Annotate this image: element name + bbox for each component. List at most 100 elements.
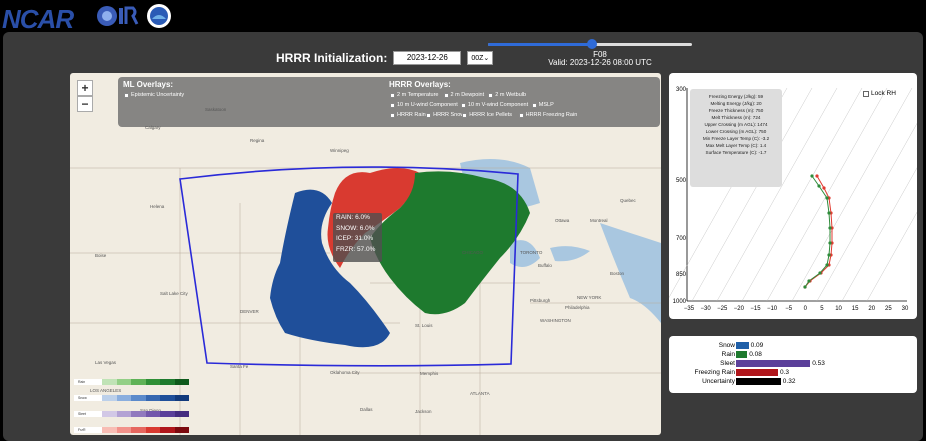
- lock-rh-checkbox[interactable]: Lock RH: [863, 90, 896, 97]
- checkbox-10-m-v-wind-component[interactable]: 10 m V-wind Component: [460, 102, 529, 108]
- checkbox-box[interactable]: [124, 92, 129, 98]
- prob-value: 0.32: [782, 378, 796, 385]
- checkbox-hrrr-snow[interactable]: HRRR Snow: [426, 112, 464, 118]
- city-label: Dallas: [360, 407, 373, 412]
- zoom-out-button[interactable]: −: [77, 96, 93, 112]
- checkbox-box[interactable]: [462, 112, 468, 118]
- checkbox-2-m-dewpoint[interactable]: 2 m Dewpoint: [443, 92, 485, 98]
- checkbox-10-m-u-wind-component[interactable]: 10 m U-wind Component: [390, 102, 458, 108]
- slider-fill: [488, 43, 593, 46]
- legend-label: Sleet: [78, 412, 86, 416]
- forecast-hour-slider[interactable]: [488, 39, 692, 49]
- isotherm-line: [866, 211, 917, 302]
- checkbox-label: HRRR Ice Pellets: [469, 112, 512, 118]
- ncar-logo: NCAR: [2, 4, 74, 34]
- y-tick-label: 500: [676, 178, 687, 184]
- city-label: TORONTO: [520, 250, 543, 255]
- legend-label: Rain: [78, 380, 86, 384]
- init-date-input[interactable]: 2023-12-26: [393, 51, 462, 65]
- prob-label: Snow: [718, 342, 735, 349]
- legend-swatch: [145, 411, 160, 417]
- checkbox-box[interactable]: [390, 102, 395, 108]
- diagnostic-line: Surface Temperature (C): -1.7: [705, 150, 767, 155]
- probability-bars-panel: Snow 0.09 Rain 0.08 Sleet 0.53 Freezing Rain 0.…: [669, 336, 917, 393]
- init-label: HRRR Initialization:: [276, 51, 388, 65]
- map-view[interactable]: + − ML Overlays: Epistemic Uncertainty H…: [70, 73, 661, 435]
- dewpoint-point: [807, 279, 811, 283]
- city-label: Santa Fe: [230, 364, 249, 369]
- checkbox-box[interactable]: [443, 92, 449, 98]
- checkbox-hrrr-rain[interactable]: HRRR Rain: [390, 112, 426, 118]
- header-bar: NCAR: [0, 0, 926, 34]
- checkbox-label: 2 m Dewpoint: [450, 92, 485, 98]
- x-tick-label: −20: [734, 306, 745, 312]
- diagnostic-line: Upper Crossing (m AGL): 1474: [704, 122, 768, 127]
- slider-thumb[interactable]: [587, 39, 598, 49]
- prob-bar: [736, 360, 811, 367]
- y-tick-label: 850: [676, 272, 687, 278]
- diagnostic-line: Freeze Thickness (m): 750: [708, 108, 764, 113]
- prob-label: Freezing Rain: [694, 369, 735, 376]
- checkbox-label: HRRR Snow: [433, 112, 465, 118]
- checkbox-box[interactable]: [426, 112, 432, 118]
- city-label: Saskatoon: [205, 107, 227, 112]
- checkbox-label: 2 m Wetbulb: [495, 92, 527, 98]
- legend-swatch: [116, 427, 131, 433]
- prob-row-freezing-rain: Freezing Rain 0.3: [669, 369, 917, 377]
- checkbox-box[interactable]: [390, 112, 395, 118]
- legend-label: Snow: [78, 396, 87, 400]
- diagnostic-line: Lower Crossing (m AGL): 750: [705, 129, 767, 134]
- checkbox-hrrr-ice-pellets[interactable]: HRRR Ice Pellets: [462, 112, 512, 118]
- checkbox-label: 10 m U-wind Component: [397, 102, 458, 108]
- legend-swatch: [160, 395, 175, 401]
- isotherm-line: [841, 167, 917, 302]
- ml-overlays-title: ML Overlays:: [123, 80, 174, 89]
- city-label: Calgary: [145, 125, 161, 130]
- legend-label: FrzR: [78, 428, 86, 432]
- diagnostic-line: Melt Thickness (m): 724: [711, 115, 761, 120]
- checkbox-box[interactable]: [390, 92, 395, 98]
- prob-bar: [736, 378, 781, 385]
- cycle-select[interactable]: 00Z ⌄: [467, 51, 494, 65]
- checkbox-box[interactable]: [460, 102, 466, 108]
- checkbox-epistemic-uncertainty[interactable]: Epistemic Uncertainty: [124, 92, 184, 98]
- cycle-value: 00Z: [471, 54, 484, 62]
- legend-swatch: [174, 395, 189, 401]
- legend-swatch: [160, 379, 175, 385]
- prob-row-uncertainty: Uncertainty 0.32: [669, 378, 917, 386]
- legend-swatch: [102, 427, 117, 433]
- y-tick-label: 300: [676, 87, 687, 93]
- legend-swatch: [131, 379, 146, 385]
- tooltip-snow: SNOW: 6.0%: [336, 224, 375, 232]
- city-label: Winnipeg: [330, 148, 349, 153]
- legend-swatch: [174, 379, 189, 385]
- city-label: Oklahoma City: [330, 370, 360, 375]
- diagnostic-line: Freezing Energy (J/kg): 59: [708, 94, 764, 99]
- checkbox-hrrr-freezing-rain[interactable]: HRRR Freezing Rain: [518, 112, 577, 118]
- checkbox-box[interactable]: [488, 92, 494, 98]
- city-label: Memphis: [420, 371, 439, 376]
- city-label: Quebec: [620, 198, 636, 203]
- dewpoint-point: [803, 285, 807, 289]
- dewpoint-point: [817, 184, 821, 188]
- diagnostics-box: Freezing Energy (J/kg): 59 Melting Energy…: [690, 89, 782, 187]
- x-tick-label: 5: [820, 306, 824, 312]
- zoom-in-button[interactable]: +: [77, 80, 93, 96]
- x-tick-label: −10: [767, 306, 778, 312]
- checkbox-label: 10 m V-wind Component: [467, 102, 529, 108]
- diagnostic-line: Melting Energy (J/kg): 20: [710, 101, 762, 106]
- city-label: Philadelphia: [565, 305, 590, 310]
- legend-swatch: [131, 411, 146, 417]
- checkbox-box[interactable]: [531, 102, 537, 108]
- overlay-control-panel: ML Overlays: Epistemic Uncertainty HRRR …: [118, 77, 660, 127]
- x-tick-label: 30: [902, 306, 909, 312]
- checkbox-mslp[interactable]: MSLP: [531, 102, 554, 108]
- prob-value: 0.09: [750, 342, 764, 349]
- chevron-down-icon: ⌄: [483, 55, 490, 62]
- checkbox-box[interactable]: [518, 112, 524, 118]
- x-tick-label: 20: [868, 306, 875, 312]
- checkbox-box[interactable]: [863, 90, 869, 97]
- checkbox-2-m-temperature[interactable]: 2 m Temperature: [390, 92, 438, 98]
- valid-time-label: Valid: 2023-12-26 08:00 UTC: [548, 58, 652, 67]
- checkbox-2-m-wetbulb[interactable]: 2 m Wetbulb: [488, 92, 526, 98]
